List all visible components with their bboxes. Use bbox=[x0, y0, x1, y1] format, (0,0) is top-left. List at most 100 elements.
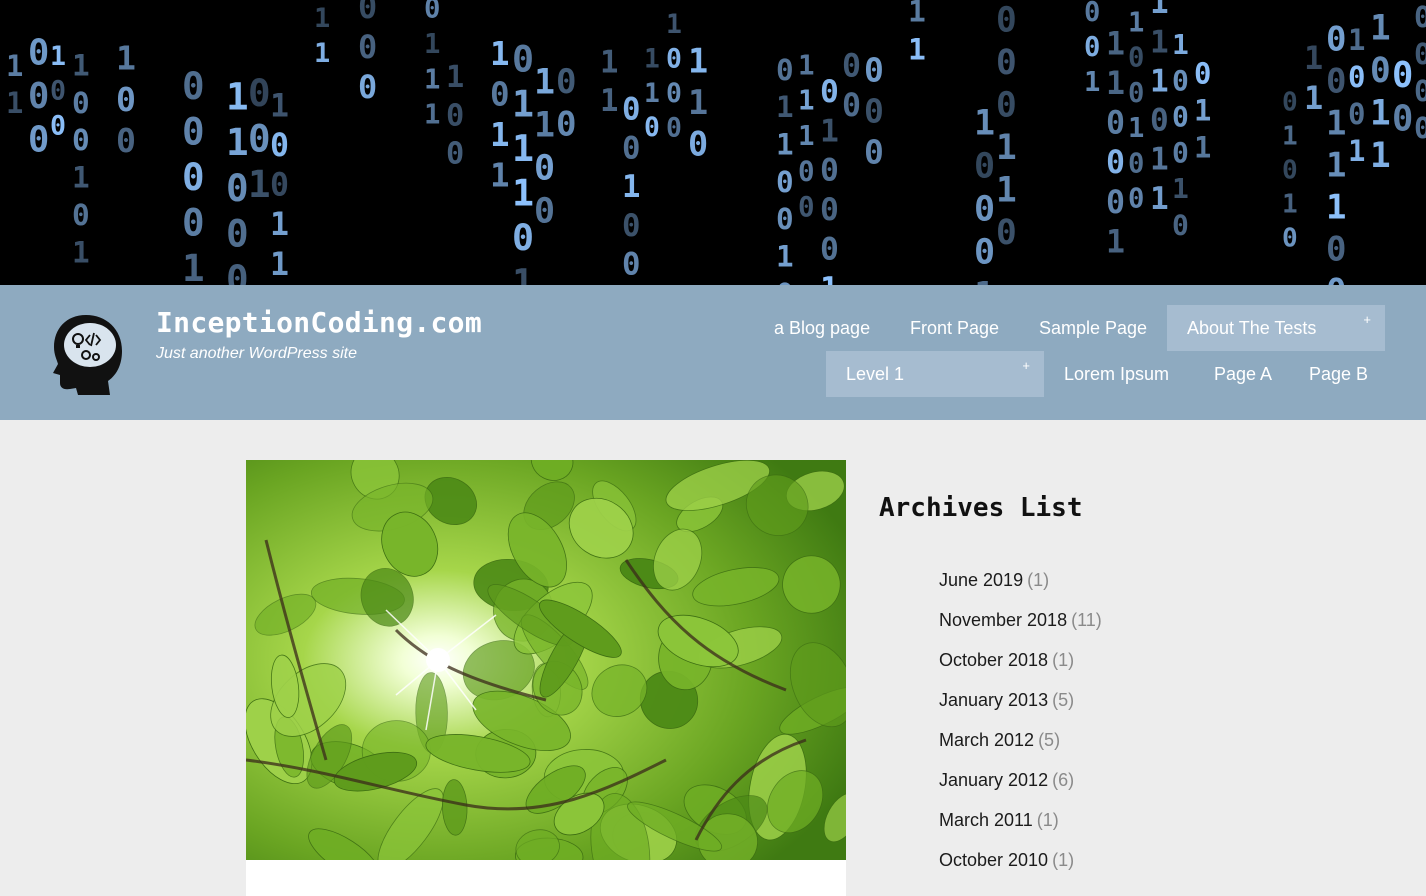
binary-digit-glyph: 0 bbox=[72, 198, 90, 232]
binary-digit-glyph: 0 bbox=[864, 91, 884, 130]
binary-digit-glyph: 0 bbox=[446, 137, 464, 172]
archive-post-count: (1) bbox=[1027, 570, 1050, 590]
binary-digit-glyph: 0 bbox=[1348, 97, 1365, 131]
archive-link[interactable]: October 2018 bbox=[939, 650, 1048, 670]
nav-item-page-b[interactable]: Page B bbox=[1289, 351, 1388, 397]
binary-digit-glyph: 0 bbox=[1106, 185, 1125, 221]
archive-list-item: November 2018 (11) bbox=[939, 606, 1102, 646]
binary-digit-glyph: 0 bbox=[1326, 19, 1346, 59]
binary-digit-glyph: 0 bbox=[644, 113, 660, 143]
binary-digit-glyph: 0 bbox=[1282, 87, 1298, 117]
binary-digit-glyph: 1 bbox=[1128, 113, 1144, 144]
archive-link[interactable]: November 2018 bbox=[939, 610, 1067, 630]
archive-link[interactable]: March 2012 bbox=[939, 730, 1034, 750]
binary-digit-glyph: 0 bbox=[1370, 51, 1391, 91]
site-logo-icon[interactable] bbox=[48, 311, 126, 395]
nav-item-blog-page[interactable]: a Blog page bbox=[754, 305, 890, 351]
post-card bbox=[246, 460, 846, 896]
binary-digit-glyph: 0 bbox=[358, 28, 377, 66]
binary-digit-glyph: 1 bbox=[512, 127, 534, 170]
binary-digit-glyph: 0 bbox=[28, 119, 49, 160]
binary-digit-glyph: 0 bbox=[776, 53, 794, 87]
binary-digit-glyph: 1 bbox=[270, 88, 289, 124]
binary-digit-glyph: 0 bbox=[1172, 208, 1189, 241]
nav-item-lorem-ipsum[interactable]: Lorem Ipsum bbox=[1044, 351, 1189, 397]
binary-code-rain-graphic: 1100010010010110000001110000011001111000… bbox=[6, 0, 1426, 285]
header-banner-image: 1100010010010110000001110000011001111000… bbox=[0, 0, 1426, 285]
archive-post-count: (5) bbox=[1038, 730, 1061, 750]
archive-link[interactable]: June 2019 bbox=[939, 570, 1023, 590]
archive-post-count: (1) bbox=[1036, 810, 1059, 830]
binary-digit-glyph: 0 bbox=[1414, 74, 1426, 108]
binary-digit-glyph: 1 bbox=[1150, 63, 1169, 99]
binary-digit-glyph: 1 bbox=[1326, 145, 1346, 185]
binary-digit-glyph: 0 bbox=[1392, 98, 1413, 139]
binary-digit-glyph: 1 bbox=[1348, 134, 1365, 168]
binary-digit-glyph: 0 bbox=[974, 232, 995, 272]
archive-link[interactable]: March 2011 bbox=[939, 810, 1033, 830]
post-featured-image[interactable] bbox=[246, 460, 846, 860]
binary-digit-glyph: 1 bbox=[1172, 28, 1189, 61]
binary-digit-glyph: 0 bbox=[116, 80, 136, 119]
binary-digit-glyph: 0 bbox=[1128, 78, 1144, 109]
binary-digit-glyph: 1 bbox=[490, 116, 510, 154]
archive-list-item: January 2013 (5) bbox=[939, 686, 1102, 726]
binary-digit-glyph: 1 bbox=[512, 82, 534, 125]
nav-item-label: Sample Page bbox=[1039, 318, 1148, 338]
binary-digit-glyph: 0 bbox=[996, 1, 1017, 41]
archive-list-item: October 2010 (1) bbox=[939, 846, 1102, 886]
binary-digit-glyph: 0 bbox=[1392, 55, 1413, 96]
binary-digit-glyph: 0 bbox=[556, 104, 577, 144]
binary-digit-glyph: 0 bbox=[798, 156, 815, 188]
binary-digit-glyph: 1 bbox=[1150, 142, 1169, 178]
archive-link[interactable]: January 2013 bbox=[939, 690, 1048, 710]
nav-item-level-1[interactable]: Level 1 + bbox=[826, 351, 1044, 397]
nav-item-page-a[interactable]: Page A bbox=[1194, 351, 1292, 397]
binary-digit-glyph: 1 bbox=[424, 64, 440, 95]
binary-digit-glyph: 1 bbox=[1150, 24, 1169, 60]
binary-digit-glyph: 0 bbox=[270, 168, 289, 204]
binary-digit-glyph: 1 bbox=[1326, 103, 1346, 143]
binary-digit-glyph: 0 bbox=[974, 146, 995, 186]
binary-digit-glyph: 0 bbox=[1084, 32, 1100, 63]
nav-item-front-page[interactable]: Front Page bbox=[890, 305, 1019, 351]
nav-item-label: Level 1 bbox=[846, 364, 905, 384]
binary-digit-glyph: 1 bbox=[1282, 190, 1298, 220]
archive-list-item: October 2018 (1) bbox=[939, 646, 1102, 686]
archive-post-count: (11) bbox=[1071, 610, 1102, 630]
binary-digit-glyph: 1 bbox=[1084, 67, 1100, 98]
binary-digit-glyph: 1 bbox=[182, 246, 205, 285]
binary-digit-glyph: 1 bbox=[688, 42, 708, 81]
binary-digit-glyph: 0 bbox=[72, 86, 90, 120]
binary-digit-glyph: 0 bbox=[1414, 37, 1426, 71]
site-title[interactable]: InceptionCoding.com bbox=[156, 306, 482, 339]
binary-digit-glyph: 0 bbox=[182, 201, 205, 245]
binary-digit-glyph: 0 bbox=[226, 257, 249, 285]
nav-item-sample-page[interactable]: Sample Page bbox=[1019, 305, 1167, 351]
nav-item-label: Page A bbox=[1214, 364, 1273, 384]
binary-digit-glyph: 1 bbox=[1150, 0, 1169, 21]
nav-item-label: Lorem Ipsum bbox=[1064, 364, 1170, 384]
binary-digit-glyph: 0 bbox=[798, 191, 815, 223]
binary-digit-glyph: 1 bbox=[424, 100, 440, 131]
submenu-plus-icon[interactable]: + bbox=[1363, 297, 1371, 343]
binary-digit-glyph: 0 bbox=[1282, 224, 1298, 254]
archive-post-count: (6) bbox=[1052, 770, 1075, 790]
binary-digit-glyph: 0 bbox=[226, 166, 249, 210]
binary-digit-glyph: 0 bbox=[1348, 60, 1365, 94]
binary-digit-glyph: 0 bbox=[182, 155, 205, 199]
binary-digit-glyph: 0 bbox=[534, 191, 555, 231]
binary-digit-glyph: 0 bbox=[666, 44, 682, 75]
binary-digit-glyph: 0 bbox=[1326, 229, 1346, 269]
binary-digit-glyph: 1 bbox=[600, 84, 618, 119]
nav-item-about-the-tests[interactable]: About The Tests + bbox=[1167, 305, 1385, 351]
archive-list-item: June 2019 (1) bbox=[939, 566, 1102, 606]
archive-link[interactable]: January 2012 bbox=[939, 770, 1048, 790]
binary-digit-glyph: 0 bbox=[1128, 43, 1144, 74]
binary-digit-glyph: 0 bbox=[776, 202, 794, 236]
binary-digit-glyph: 1 bbox=[1106, 66, 1125, 102]
binary-digit-glyph: 1 bbox=[446, 60, 464, 95]
archive-link[interactable]: October 2010 bbox=[939, 850, 1048, 870]
submenu-plus-icon[interactable]: + bbox=[1022, 343, 1030, 389]
binary-digit-glyph: 0 bbox=[512, 38, 534, 81]
